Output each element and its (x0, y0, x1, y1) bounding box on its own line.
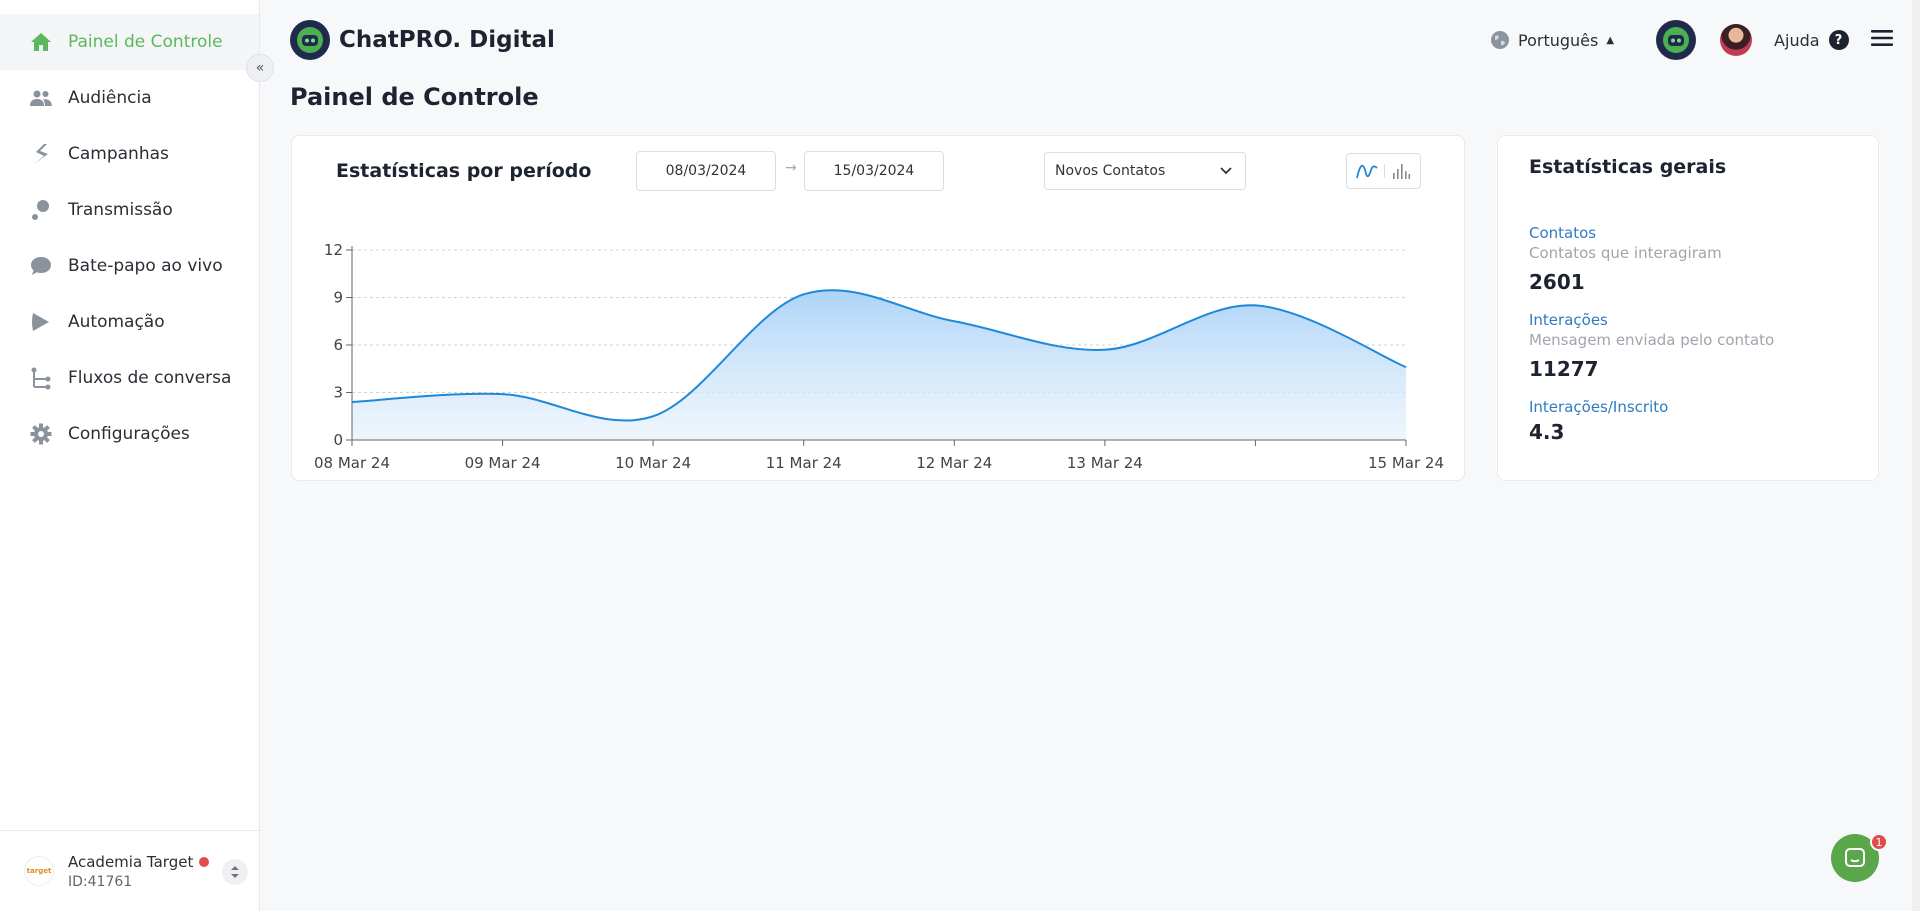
campaign-icon (28, 141, 54, 167)
caret-up-icon: ▲ (1606, 34, 1615, 46)
sidebar-item-label: Audiência (68, 88, 152, 108)
sidebar-item-8[interactable]: Configurações (0, 406, 259, 462)
broadcast-icon (28, 197, 54, 223)
series-area (352, 290, 1406, 440)
sidebar-item-7[interactable]: Fluxos de conversa (0, 350, 259, 406)
sidebar-item-4[interactable]: Transmissão (0, 182, 259, 238)
bot-avatar-icon[interactable] (1656, 20, 1697, 60)
stat-value: 4.3 (1529, 420, 1565, 444)
x-tick-label: 08 Mar 24 (314, 454, 390, 472)
sidebar-item-label: Campanhas (68, 144, 169, 164)
line-area-chart: 0 3 6 9 12 08 Mar 24 09 Mar 24 10 Mar 24 11 Mar … (314, 241, 1444, 472)
account-switcher[interactable]: target Academia Target ID:41761 (0, 830, 259, 911)
scrollbar[interactable] (1912, 0, 1920, 911)
sidebar-item-1[interactable]: Painel de Controle (0, 14, 259, 70)
header-actions: Português ▲ Ajuda ? (1490, 20, 1893, 60)
chat-icon (1845, 848, 1865, 867)
account-id: ID:41761 (68, 873, 133, 890)
account-name: Academia Target (68, 852, 194, 871)
home-icon (28, 29, 54, 55)
stat-contacts: Contatos Contatos que interagiram 2601 (1529, 224, 1722, 294)
y-tick-label: 6 (333, 336, 343, 354)
stat-interactions-per-subscriber: Interações/Inscrito 4.3 (1529, 398, 1668, 444)
globe-icon (1491, 31, 1509, 49)
sidebar-collapse-button[interactable]: « (246, 54, 274, 82)
sidebar-item-6[interactable]: Automação (0, 294, 259, 350)
sidebar-item-label: Fluxos de conversa (68, 368, 232, 388)
account-switch-icon[interactable] (222, 859, 248, 885)
people-icon (28, 85, 54, 111)
help-label: Ajuda (1774, 30, 1820, 50)
general-stats-card: Estatísticas gerais Contatos Contatos qu… (1497, 135, 1879, 481)
y-tick-label: 0 (333, 431, 343, 449)
stat-desc: Contatos que interagiram (1529, 244, 1722, 262)
x-tick-label: 13 Mar 24 (1067, 454, 1143, 472)
hamburger-menu-icon[interactable] (1870, 28, 1893, 52)
flow-icon (28, 365, 54, 391)
x-tick-label: 10 Mar 24 (615, 454, 691, 472)
brand-name: ChatPRO. Digital (339, 27, 555, 53)
sidebar-item-label: Painel de Controle (68, 32, 223, 52)
x-tick-label: 12 Mar 24 (916, 454, 992, 472)
sidebar-item-label: Configurações (68, 424, 190, 444)
period-stats-card: Estatísticas por período 08/03/2024 → 15… (291, 135, 1465, 481)
y-tick-label: 9 (333, 289, 343, 307)
sidebar-item-3[interactable]: Campanhas (0, 126, 259, 182)
x-tick-label: 15 Mar 24 (1368, 454, 1444, 472)
sidebar-item-5[interactable]: Bate-papo ao vivo (0, 238, 259, 294)
sidebar-item-label: Automação (68, 312, 165, 332)
x-tick-label: 11 Mar 24 (766, 454, 842, 472)
sidebar-item-2[interactable]: Audiência (0, 70, 259, 126)
user-avatar[interactable] (1720, 24, 1753, 56)
page-title: Painel de Controle (290, 83, 539, 111)
help-button[interactable]: Ajuda ? (1774, 30, 1849, 50)
language-label: Português (1518, 30, 1599, 50)
stat-desc: Mensagem enviada pelo contato (1529, 331, 1775, 349)
language-selector[interactable]: Português ▲ (1490, 30, 1614, 50)
stat-label: Interações/Inscrito (1529, 398, 1669, 416)
notification-badge: 1 (1870, 833, 1888, 851)
y-tick-label: 3 (333, 384, 343, 402)
stat-interactions: Interações Mensagem enviada pelo contato… (1529, 311, 1774, 381)
automation-icon (28, 309, 54, 335)
sidebar-item-label: Transmissão (68, 200, 173, 220)
question-icon: ? (1828, 30, 1849, 50)
stat-value: 2601 (1529, 270, 1585, 294)
x-tick-label: 09 Mar 24 (465, 454, 541, 472)
y-tick-label: 12 (324, 241, 343, 259)
sidebar: Painel de Controle Audiência Campanhas Tran… (0, 0, 260, 911)
stat-label: Contatos (1529, 224, 1597, 242)
brand[interactable]: ChatPRO. Digital (290, 20, 555, 60)
sidebar-item-label: Bate-papo ao vivo (68, 256, 223, 276)
robot-logo-icon (290, 20, 330, 60)
account-logo: target (24, 856, 54, 886)
chat-bubble-icon (28, 253, 54, 279)
gear-icon (28, 421, 54, 447)
stat-label: Interações (1529, 311, 1608, 329)
status-dot (199, 856, 210, 867)
stat-value: 11277 (1529, 357, 1599, 381)
general-stats-title: Estatísticas gerais (1529, 156, 1727, 178)
